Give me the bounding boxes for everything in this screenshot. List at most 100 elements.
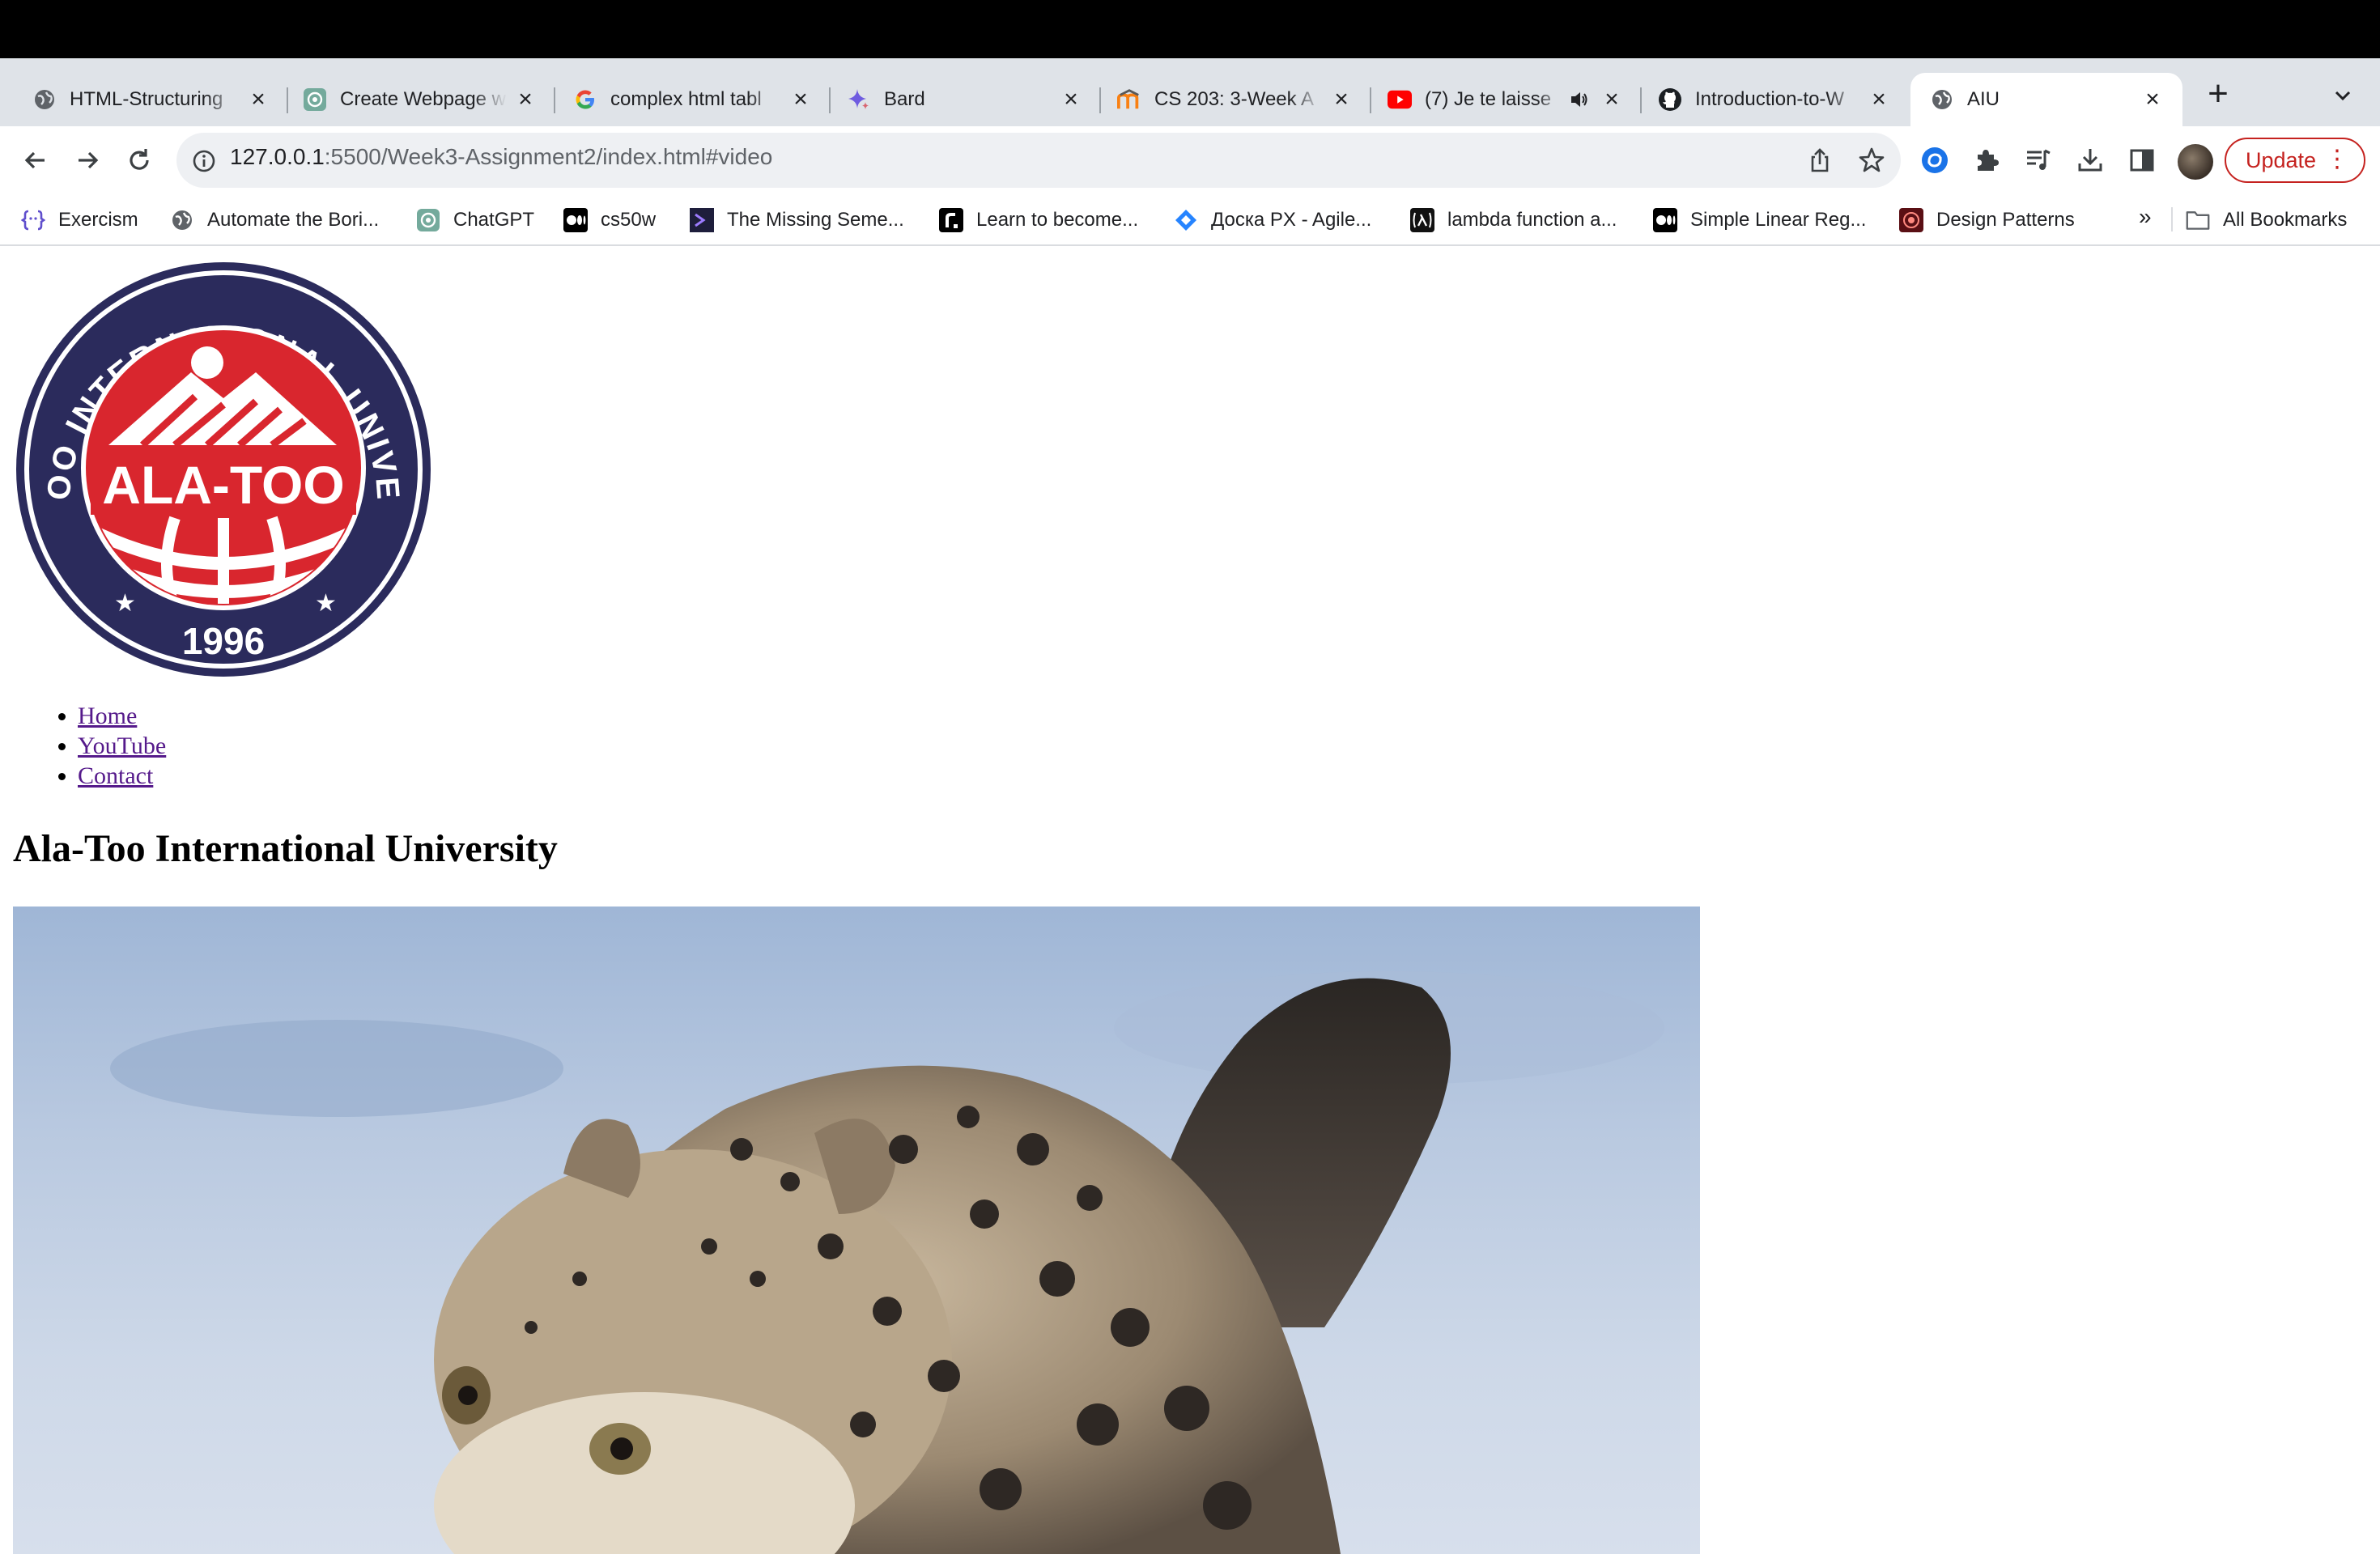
forward-arrow-icon — [79, 151, 99, 169]
github-icon — [1658, 87, 1682, 112]
globe-icon — [32, 87, 57, 112]
tab-youtube-je-te-laisse[interactable]: (7) Je te laisse × — [1371, 73, 1642, 126]
page-title: Ala-Too International University — [13, 827, 558, 870]
back-arrow-icon — [24, 151, 45, 169]
web-page: ALA-TOO INTERNATIONAL UNIVERSITY ALA-TOO… — [0, 248, 2380, 1554]
bookmark-label: Exercism — [58, 209, 138, 231]
media-queue-icon[interactable] — [2022, 144, 2055, 176]
bookmark-label: Automate the Bori... — [207, 209, 380, 231]
update-button[interactable]: Update ⋮ — [2225, 138, 2365, 183]
chatgpt-icon — [416, 208, 440, 232]
tab-create-webpage[interactable]: Create Webpage w × — [288, 73, 555, 126]
roadmap-icon — [939, 208, 963, 232]
close-icon[interactable]: × — [1329, 86, 1354, 113]
chatgpt-icon — [303, 87, 327, 112]
globe-icon — [1930, 87, 1954, 112]
nav-link-contact[interactable]: Contact — [78, 762, 153, 789]
new-tab-button[interactable]: + — [2202, 74, 2234, 113]
snow-leopard-photo — [13, 906, 1700, 1554]
bookmark-chatgpt[interactable]: ChatGPT — [416, 206, 534, 235]
extensions-puzzle-icon[interactable] — [1970, 144, 2003, 176]
nav-item-home: Home — [78, 701, 166, 731]
close-icon[interactable]: × — [246, 86, 270, 113]
tab-title: (7) Je te laisse — [1425, 88, 1552, 110]
bookmark-exercism[interactable]: Exercism — [21, 206, 138, 235]
youtube-icon — [1388, 87, 1412, 112]
speaker-icon[interactable] — [1569, 89, 1590, 110]
tab-html-structuring[interactable]: HTML-Structuring × — [0, 73, 288, 126]
bookmark-automate-boring[interactable]: Automate the Bori... — [170, 206, 379, 235]
lambda-icon — [1410, 208, 1434, 232]
bookmark-cs50w[interactable]: cs50w — [563, 206, 656, 235]
bookmarks-overflow-chevron[interactable]: » — [2139, 204, 2152, 230]
bookmark-label: Доска PX - Agile... — [1211, 209, 1372, 231]
tab-aiu[interactable]: AIU × — [1910, 73, 2182, 126]
tab-title: Bard — [884, 88, 925, 110]
close-icon[interactable]: × — [788, 86, 813, 113]
medium-icon — [563, 208, 588, 232]
star-icon: ★ — [315, 589, 337, 618]
moodle-icon — [1117, 87, 1141, 112]
design-patterns-icon — [1899, 208, 1923, 232]
all-bookmarks-label: All Bookmarks — [2223, 209, 2348, 231]
globe-icon — [170, 208, 194, 232]
tab-title: AIU — [1967, 88, 2000, 110]
more-vert-icon: ⋮ — [2325, 146, 2349, 172]
tab-introduction-to-w[interactable]: Introduction-to-W × — [1642, 73, 1909, 126]
side-panel-icon[interactable] — [2126, 144, 2158, 176]
close-icon[interactable]: × — [1600, 86, 1624, 113]
exercism-icon — [21, 208, 45, 232]
jira-icon — [1174, 208, 1198, 232]
tab-strip: HTML-Structuring × Create Webpage w × co… — [0, 58, 2380, 126]
snow-leopard-illustration — [110, 971, 1664, 1554]
nav-item-contact: Contact — [78, 761, 166, 791]
url-text[interactable]: 127.0.0.1:5500/Week3-Assignment2/index.h… — [230, 144, 772, 170]
url-path: :5500/Week3-Assignment2/index.html#video — [324, 144, 773, 169]
bookmark-label: Design Patterns — [1936, 209, 2075, 231]
extension-swirl-icon[interactable] — [1919, 144, 1951, 176]
tab-title: Create Webpage w — [340, 88, 507, 110]
close-icon[interactable]: × — [1867, 86, 1891, 113]
bookmark-label: ChatGPT — [453, 209, 535, 231]
logo-year: 1996 — [182, 620, 265, 662]
tab-search-chevron-icon[interactable] — [2328, 81, 2357, 110]
star-icon: ★ — [114, 589, 136, 618]
logo-center-text: ALA-TOO — [102, 455, 344, 515]
bookmark-learn-to-become[interactable]: Learn to become... — [939, 206, 1138, 235]
tab-bard[interactable]: Bard × — [831, 73, 1101, 126]
profile-avatar[interactable] — [2178, 144, 2213, 180]
bookmark-simple-linear-reg[interactable]: Simple Linear Reg... — [1653, 206, 1866, 235]
bookmark-design-patterns[interactable]: Design Patterns — [1899, 206, 2075, 235]
update-label: Update — [2246, 147, 2317, 172]
share-icon[interactable] — [1805, 146, 1834, 175]
folder-icon — [2186, 208, 2210, 232]
close-icon[interactable]: × — [2140, 86, 2165, 113]
url-host: 127.0.0.1 — [230, 144, 325, 169]
bookmark-label: The Missing Seme... — [727, 209, 904, 231]
tab-title: Introduction-to-W — [1695, 88, 1845, 110]
bookmark-doska-px[interactable]: Доска PX - Agile... — [1174, 206, 1371, 235]
google-icon — [573, 87, 597, 112]
bookmark-label: Learn to become... — [976, 209, 1139, 231]
tab-complex-html-table[interactable]: complex html tabl × — [555, 73, 831, 126]
all-bookmarks-button[interactable]: All Bookmarks — [2186, 206, 2347, 235]
tab-cs203[interactable]: CS 203: 3-Week A × — [1101, 73, 1371, 126]
bookmark-missing-semester[interactable]: The Missing Seme... — [690, 206, 904, 235]
reload-button[interactable] — [121, 142, 157, 178]
reload-icon — [130, 149, 149, 170]
os-menu-bar — [0, 0, 2380, 58]
bookmark-star-icon[interactable] — [1857, 146, 1886, 175]
medium-icon — [1653, 208, 1677, 232]
download-icon[interactable] — [2074, 144, 2106, 176]
nav-link-youtube[interactable]: YouTube — [78, 732, 166, 759]
bard-icon — [847, 87, 871, 112]
close-icon[interactable]: × — [1059, 86, 1083, 113]
close-icon[interactable]: × — [513, 86, 538, 113]
nav-link-home[interactable]: Home — [78, 703, 137, 729]
ala-too-university-logo[interactable]: ALA-TOO INTERNATIONAL UNIVERSITY ALA-TOO… — [13, 259, 434, 680]
nav-item-youtube: YouTube — [78, 731, 166, 761]
bookmark-lambda-function[interactable]: lambda function a... — [1410, 206, 1617, 235]
site-info-icon[interactable] — [191, 148, 217, 174]
back-button[interactable] — [18, 142, 53, 178]
forward-button[interactable] — [70, 142, 105, 178]
